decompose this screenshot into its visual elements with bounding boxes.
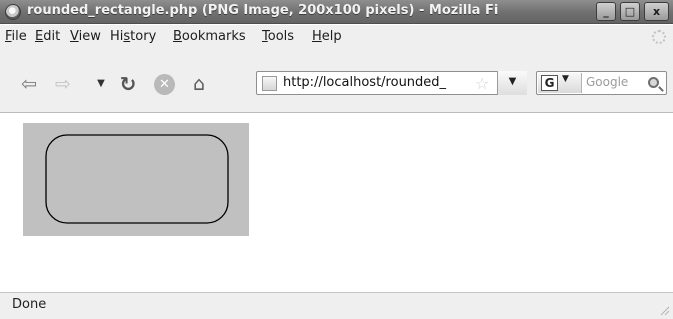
menu-tools[interactable]: Tools [262, 29, 294, 44]
menu-bar: File Edit View History Bookmarks Tools H… [0, 25, 673, 51]
history-dropdown-icon[interactable]: ▼ [90, 73, 112, 95]
window-title: rounded_rectangle.php (PNG Image, 200x10… [27, 3, 499, 18]
rounded-rectangle-image [23, 123, 249, 236]
stop-icon[interactable]: ✕ [154, 74, 175, 95]
menu-edit[interactable]: Edit [35, 29, 60, 44]
menu-help-label: elp [321, 29, 342, 44]
menu-edit-label: dit [43, 29, 61, 44]
menu-view[interactable]: View [70, 29, 101, 44]
firefox-app-icon[interactable] [5, 4, 21, 20]
menu-bookmarks-accesskey: B [173, 29, 182, 44]
page-content [0, 113, 673, 292]
menu-bookmarks[interactable]: Bookmarks [173, 29, 246, 44]
menu-view-label: iew [78, 29, 101, 44]
menu-bookmarks-label: ookmarks [181, 29, 246, 44]
maximize-button[interactable]: □ [620, 2, 640, 21]
menu-help[interactable]: Help [312, 29, 342, 44]
minimize-button[interactable]: _ [596, 2, 616, 21]
forward-arrow-icon[interactable]: ⇨ [52, 73, 74, 95]
navigation-toolbar: ⇦ ⇨ ▼ ↻ ✕ ⌂ http://localhost/rounded_ ☆ … [0, 51, 673, 113]
url-history-dropdown[interactable]: ▼ [497, 71, 527, 95]
status-bar: Done [0, 292, 673, 319]
menu-edit-accesskey: E [35, 29, 44, 44]
menu-help-accesskey: H [312, 29, 322, 44]
menu-view-accesskey: V [70, 29, 79, 44]
home-icon[interactable]: ⌂ [188, 73, 210, 95]
menu-file[interactable]: File [5, 29, 27, 44]
google-engine-icon: G [541, 75, 558, 91]
menu-tools-label: ools [267, 29, 295, 44]
throbber-icon [652, 30, 666, 44]
reload-icon[interactable]: ↻ [117, 73, 139, 95]
window-title-bar: rounded_rectangle.php (PNG Image, 200x10… [0, 0, 673, 24]
menu-history-label: tory [130, 29, 157, 44]
page-favicon-icon [262, 76, 277, 91]
url-bar[interactable]: http://localhost/rounded_ ☆ ▼ [256, 71, 527, 95]
bookmark-star-icon[interactable]: ☆ [475, 74, 489, 93]
image-background [23, 123, 249, 236]
url-input[interactable]: http://localhost/rounded_ [283, 75, 467, 90]
status-text: Done [12, 297, 47, 312]
search-input[interactable]: Google [586, 75, 628, 89]
menu-history-prefix: Hi [110, 29, 124, 44]
menu-file-label: ile [11, 29, 27, 44]
search-bar[interactable]: G ▼ Google [536, 71, 667, 95]
search-engine-button[interactable]: G ▼ [538, 73, 582, 93]
menu-history[interactable]: History [110, 29, 156, 44]
back-arrow-icon[interactable]: ⇦ [18, 73, 40, 95]
engine-chevron-down-icon: ▼ [562, 74, 569, 84]
search-icon[interactable] [648, 77, 659, 88]
resize-grip-icon[interactable] [660, 306, 670, 316]
close-button[interactable]: x [644, 2, 669, 21]
